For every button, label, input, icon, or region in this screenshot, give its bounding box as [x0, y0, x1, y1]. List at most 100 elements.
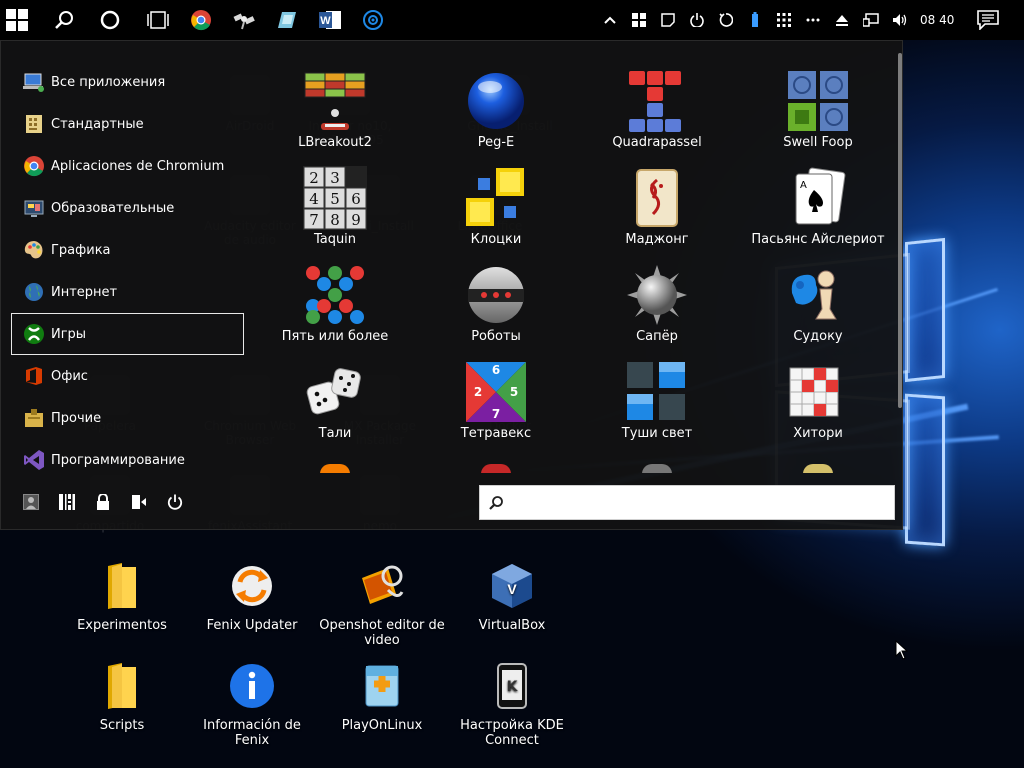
app-tile[interactable]: Судоку — [737, 255, 899, 352]
app-tile[interactable]: Хитори — [737, 352, 899, 449]
folder-icon — [96, 560, 148, 612]
grid-icon[interactable] — [769, 0, 798, 40]
category-item[interactable]: Стандартные — [11, 103, 244, 145]
svg-text:6: 6 — [492, 363, 500, 377]
cortana-circle-icon[interactable] — [90, 0, 130, 40]
clock[interactable]: 08 40 — [920, 13, 954, 27]
eject-icon[interactable] — [827, 0, 856, 40]
category-item[interactable]: Образовательные — [11, 187, 244, 229]
app-label: Пасьянс Айслериот — [751, 232, 885, 247]
qr-icon[interactable] — [57, 491, 77, 513]
more-icon[interactable] — [798, 0, 827, 40]
notepad-icon[interactable] — [653, 0, 682, 40]
apps-scrollbar[interactable] — [898, 53, 902, 408]
word-icon[interactable]: W — [310, 0, 350, 40]
lbreakout-icon — [303, 69, 367, 133]
category-item[interactable]: Интернет — [11, 271, 244, 313]
app-label: Taquin — [313, 232, 357, 247]
desktop-icon[interactable]: K Настройка KDE Connect — [447, 660, 577, 748]
windows-start-icon[interactable] — [0, 0, 34, 40]
visual-studio-icon — [22, 448, 46, 472]
svg-text:2: 2 — [474, 385, 482, 399]
updater-icon — [226, 560, 278, 612]
category-label: Игры — [51, 326, 87, 342]
category-label: Все приложения — [51, 74, 166, 90]
app-tile[interactable]: 6 2 5 7 Тетравекс — [415, 352, 577, 449]
desktop-icon[interactable]: PlayOnLinux — [317, 660, 447, 733]
network-icon[interactable] — [856, 0, 885, 40]
category-label: Образовательные — [51, 200, 175, 216]
svg-text:A: A — [800, 180, 807, 191]
action-center-icon[interactable] — [976, 0, 1000, 40]
svg-text:W: W — [320, 15, 331, 27]
chromium-icon — [22, 154, 46, 178]
desktop-icon[interactable]: Experimentos — [57, 560, 187, 633]
category-item[interactable]: Все приложения — [11, 61, 244, 103]
app-tile[interactable]: Пять или более — [254, 255, 416, 352]
fenix-settings-icon[interactable] — [353, 0, 393, 40]
taquin-icon: 23456 789 — [303, 166, 367, 230]
svg-text:6: 6 — [351, 190, 361, 208]
desktop-icon[interactable]: Fenix Updater — [187, 560, 317, 633]
app-tile[interactable]: 2 3 4 5 6 7 8 9 Taquin — [254, 158, 416, 255]
category-item[interactable]: Aplicaciones de Chromium — [11, 145, 244, 187]
svg-text:4: 4 — [309, 190, 319, 208]
desktop-icon[interactable]: Openshot editor de video — [317, 560, 447, 648]
svg-text:5: 5 — [510, 385, 518, 399]
windows-logo-pane — [905, 237, 945, 383]
desktop-icon-label: Scripts — [99, 718, 145, 733]
volume-icon[interactable] — [885, 0, 914, 40]
quadrapassel-icon — [625, 69, 689, 133]
satellite-icon[interactable] — [224, 0, 264, 40]
app-tile[interactable]: Сапёр — [576, 255, 738, 352]
category-item[interactable]: Офис — [11, 355, 244, 397]
app-tile[interactable]: Роботы — [415, 255, 577, 352]
desktop-icon[interactable]: V VirtualBox — [447, 560, 577, 633]
app-tile[interactable]: Туши свет — [576, 352, 738, 449]
app-tile[interactable]: Swell Foop — [737, 61, 899, 158]
logout-icon[interactable] — [129, 491, 149, 513]
search-icon[interactable] — [44, 0, 84, 40]
search-icon — [489, 495, 503, 510]
app-tile[interactable]: Клоцки — [415, 158, 577, 255]
session-actions — [21, 491, 185, 513]
category-item[interactable]: Программирование — [11, 439, 244, 481]
category-item[interactable]: Игры — [11, 313, 244, 355]
next-row-icon-partial — [481, 464, 511, 473]
app-tile[interactable]: Тали — [254, 352, 416, 449]
desktop-icon[interactable]: Información de Fenix — [187, 660, 317, 748]
tetravex-icon: 62 57 — [464, 360, 528, 424]
user-icon[interactable] — [21, 491, 41, 513]
app-tile[interactable]: A Пасьянс Айслериот — [737, 158, 899, 255]
power-icon[interactable] — [682, 0, 711, 40]
windows-flag-icon[interactable] — [624, 0, 653, 40]
category-label: Стандартные — [51, 116, 144, 132]
search-box[interactable] — [479, 485, 895, 520]
desktop-icon-label: Experimentos — [77, 618, 167, 633]
next-row-icon-partial — [320, 464, 350, 473]
chevron-up-icon[interactable] — [595, 0, 624, 40]
svg-text:5: 5 — [330, 190, 340, 208]
app-tile[interactable]: Маджонг — [576, 158, 738, 255]
refresh-icon[interactable] — [711, 0, 740, 40]
task-view-icon[interactable] — [138, 0, 178, 40]
app-tile[interactable]: Quadrapassel — [576, 61, 738, 158]
desktop-icon[interactable]: Scripts — [57, 660, 187, 733]
chrome-icon[interactable] — [181, 0, 221, 40]
category-item[interactable]: Прочие — [11, 397, 244, 439]
app-tile[interactable]: Peg-E — [415, 61, 577, 158]
lock-icon[interactable] — [93, 491, 113, 513]
svg-text:8: 8 — [330, 211, 340, 229]
svg-text:2: 2 — [309, 169, 319, 187]
battery-icon[interactable] — [740, 0, 769, 40]
app-tile[interactable]: LBreakout2 — [254, 61, 416, 158]
power-icon[interactable] — [165, 491, 185, 513]
office-icon — [22, 364, 46, 388]
education-icon — [22, 196, 46, 220]
app-label: Пять или более — [281, 329, 389, 344]
notes-app-icon[interactable] — [267, 0, 307, 40]
category-item[interactable]: Графика — [11, 229, 244, 271]
svg-text:K: K — [507, 679, 519, 695]
search-input[interactable] — [510, 488, 894, 517]
robots-icon — [464, 263, 528, 327]
